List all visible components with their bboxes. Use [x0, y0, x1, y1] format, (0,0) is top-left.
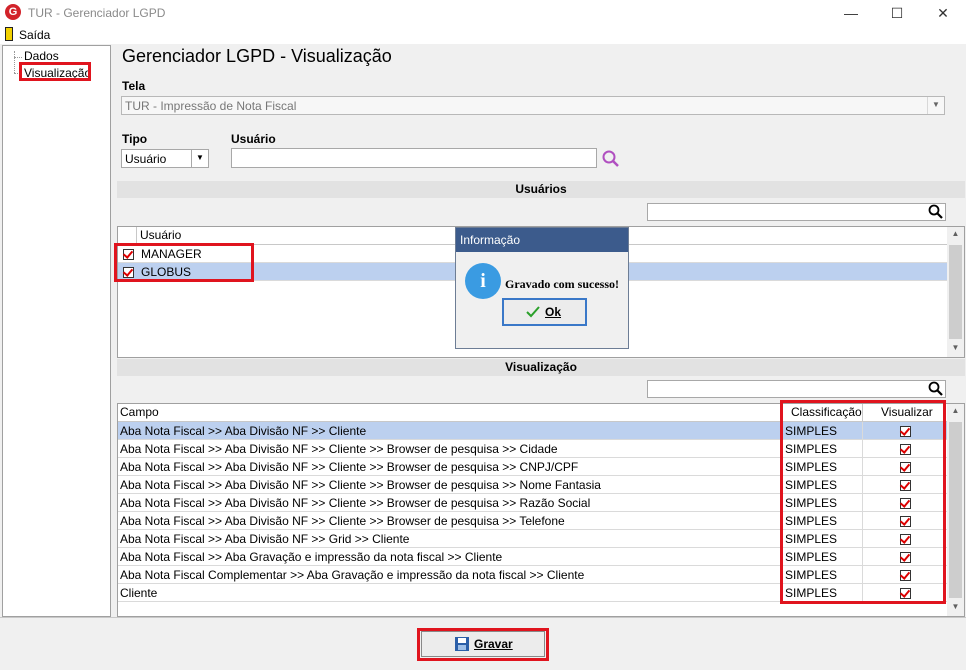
tree-connector	[14, 51, 15, 73]
ok-button[interactable]: Ok	[502, 298, 587, 326]
campo-cell: Cliente	[120, 586, 158, 600]
search-icon[interactable]	[601, 149, 621, 169]
usuario-label: Usuário	[231, 132, 276, 146]
campo-cell: Aba Nota Fiscal >> Aba Divisão NF >> Cli…	[120, 442, 558, 456]
highlight-box	[19, 62, 91, 81]
maximize-button[interactable]: ☐	[874, 0, 920, 26]
menu-exit[interactable]: Saída	[19, 28, 50, 42]
campo-cell: Aba Nota Fiscal >> Aba Gravação e impres…	[120, 550, 503, 564]
chevron-down-icon[interactable]: ▼	[191, 150, 208, 167]
scroll-down-icon[interactable]: ▼	[947, 602, 964, 611]
info-icon: i	[465, 263, 501, 299]
campo-cell: Aba Nota Fiscal >> Aba Divisão NF >> Cli…	[120, 424, 367, 438]
campo-cell: Aba Nota Fiscal >> Aba Divisão NF >> Cli…	[120, 514, 565, 528]
navigation-tree: Dados Visualização	[2, 45, 111, 617]
dialog-title: Informação	[456, 228, 628, 252]
campo-cell: Aba Nota Fiscal >> Aba Divisão NF >> Cli…	[120, 496, 591, 510]
tela-value: TUR - Impressão de Nota Fiscal	[125, 99, 297, 113]
column-header-usuario: Usuário	[140, 228, 182, 242]
ok-button-label: Ok	[545, 305, 562, 319]
visualizacao-filter-input[interactable]	[647, 380, 946, 398]
column-header-campo: Campo	[120, 405, 159, 419]
tela-select[interactable]: TUR - Impressão de Nota Fiscal ▼	[121, 96, 945, 115]
page-title: Gerenciador LGPD - Visualização	[122, 46, 392, 66]
dialog-message: Gravado com sucesso!	[505, 277, 619, 291]
exit-door-icon	[5, 27, 13, 41]
usuario-input[interactable]	[231, 148, 597, 168]
campo-cell: Aba Nota Fiscal >> Aba Divisão NF >> Cli…	[120, 478, 601, 492]
chevron-down-icon[interactable]: ▼	[927, 97, 944, 114]
usuarios-section-header: Usuários	[117, 181, 965, 198]
highlight-box	[780, 400, 946, 604]
tree-item-dados[interactable]: Dados	[24, 49, 59, 63]
search-icon[interactable]	[928, 381, 944, 397]
visualizacao-scrollbar[interactable]: ▲ ▼	[947, 404, 964, 616]
tela-label: Tela	[122, 79, 146, 93]
checkmark-icon	[526, 306, 540, 318]
information-dialog: Informação i Gravado com sucesso! Ok	[455, 227, 629, 349]
usuarios-filter-input[interactable]	[647, 203, 946, 221]
app-logo-icon: G	[5, 4, 21, 20]
campo-cell: Aba Nota Fiscal >> Aba Divisão NF >> Cli…	[120, 460, 579, 474]
tipo-value: Usuário	[125, 152, 167, 166]
visualizacao-section-header: Visualização	[117, 359, 965, 376]
usuarios-scrollbar[interactable]: ▲ ▼	[947, 227, 964, 357]
scroll-down-icon[interactable]: ▼	[947, 343, 964, 352]
scroll-up-icon[interactable]: ▲	[947, 406, 964, 415]
highlight-box	[417, 628, 549, 661]
scroll-thumb[interactable]	[949, 422, 962, 598]
minimize-button[interactable]: —	[828, 0, 874, 26]
tree-connector	[14, 57, 22, 58]
highlight-box	[114, 243, 254, 282]
window-title: TUR - Gerenciador LGPD	[28, 6, 166, 20]
tipo-label: Tipo	[122, 132, 148, 146]
scroll-up-icon[interactable]: ▲	[947, 229, 964, 238]
close-button[interactable]: ✕	[920, 0, 966, 26]
column-divider	[136, 227, 137, 244]
scroll-thumb[interactable]	[949, 245, 962, 339]
campo-cell: Aba Nota Fiscal Complementar >> Aba Grav…	[120, 568, 585, 582]
campo-cell: Aba Nota Fiscal >> Aba Divisão NF >> Gri…	[120, 532, 410, 546]
search-icon[interactable]	[928, 204, 944, 220]
tipo-select[interactable]: Usuário ▼	[121, 149, 209, 168]
menu-bar	[0, 26, 966, 44]
